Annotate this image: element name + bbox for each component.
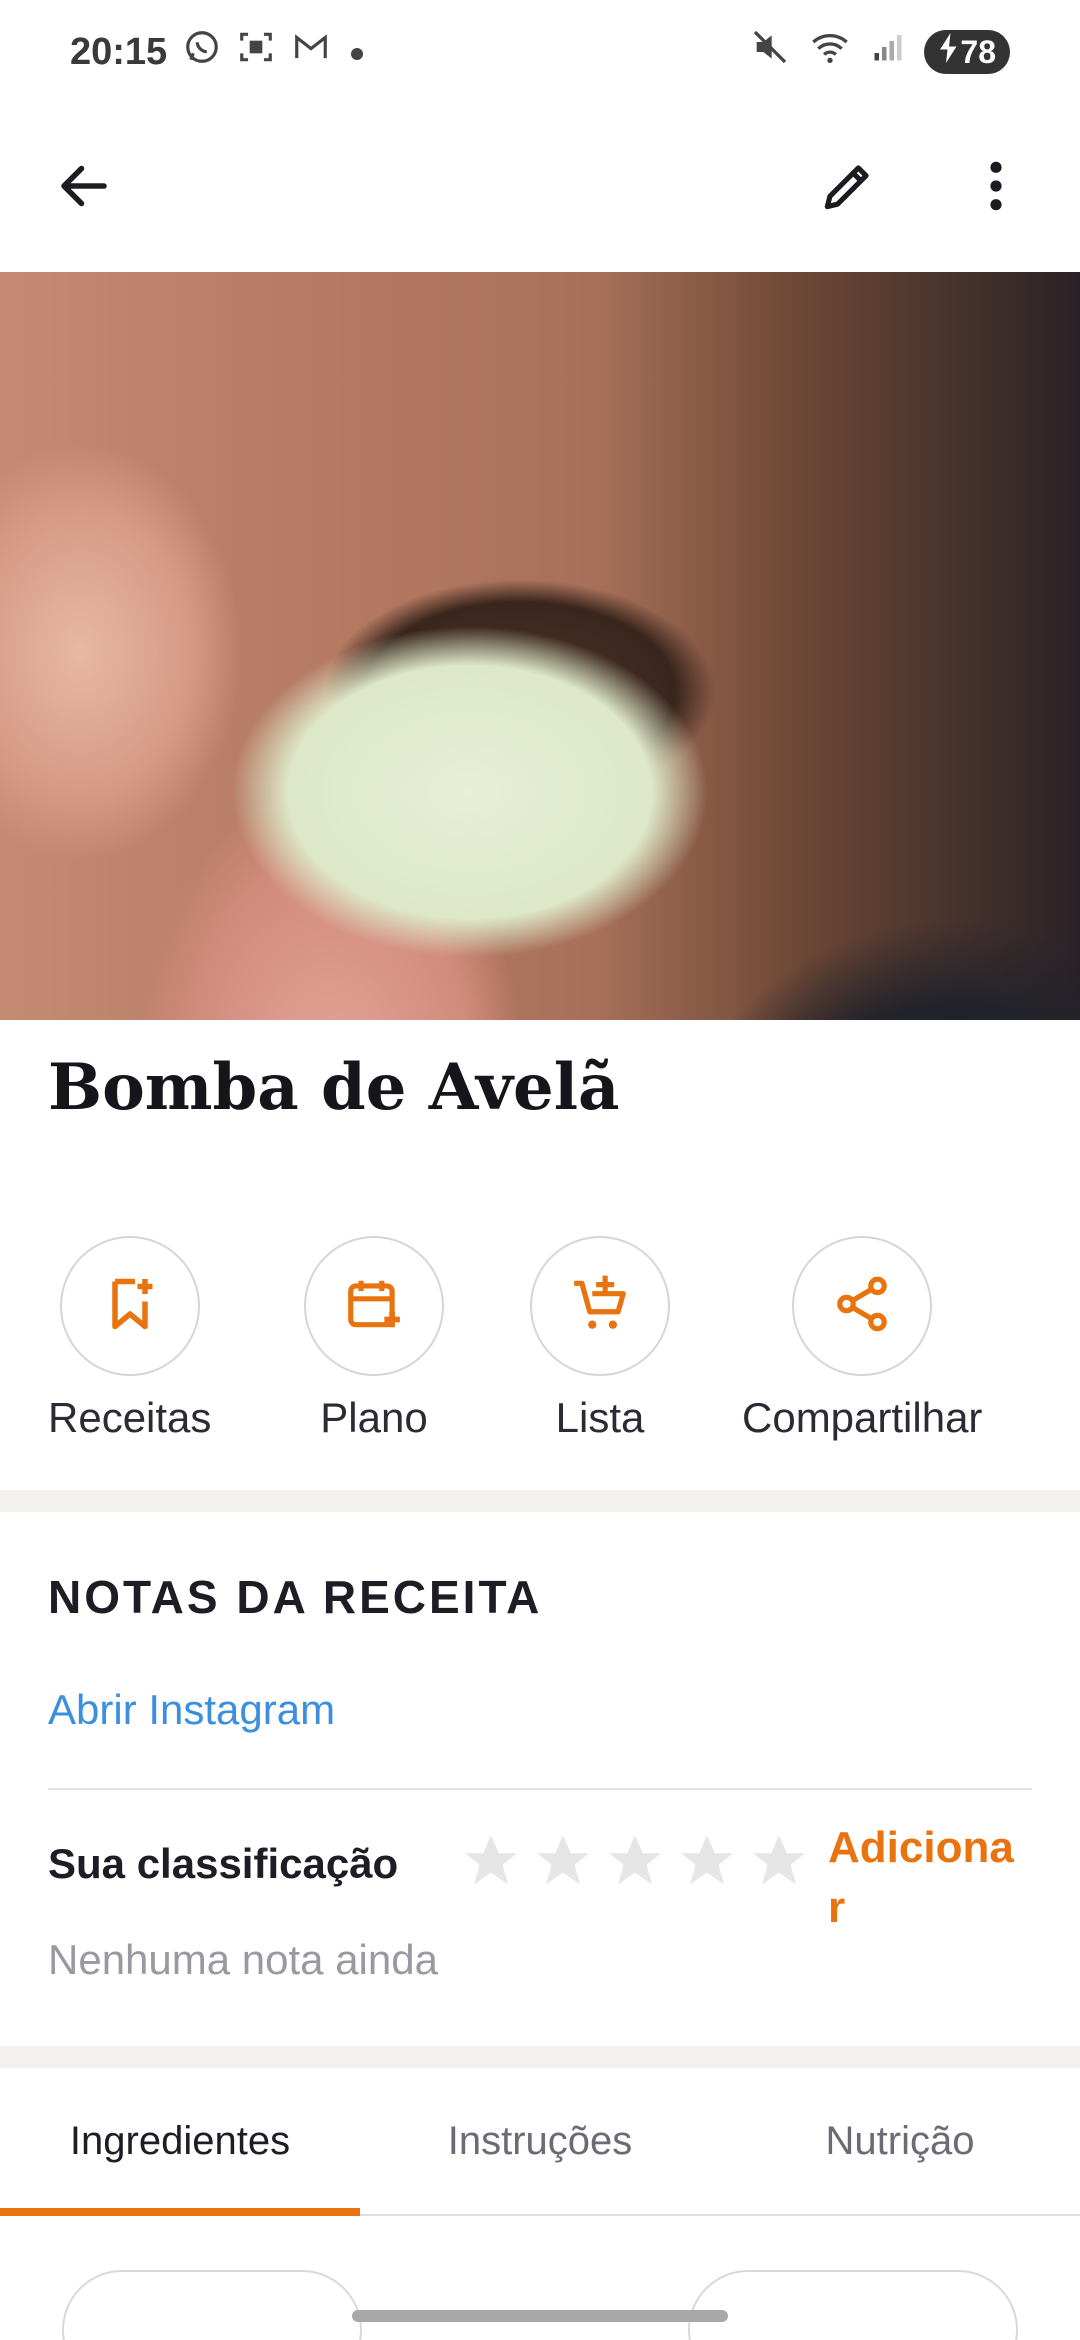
star-icon[interactable] <box>532 1830 594 1897</box>
status-right: 78 <box>750 27 1010 77</box>
save-recipe-action[interactable]: Receitas <box>48 1236 211 1442</box>
star-icon[interactable] <box>676 1830 738 1897</box>
app-bar-actions <box>804 144 1040 232</box>
screenshot-icon <box>237 28 275 76</box>
plan-button[interactable] <box>304 1236 444 1376</box>
shopping-list-action[interactable]: Lista <box>530 1236 670 1442</box>
mute-icon <box>750 27 790 77</box>
edit-button[interactable] <box>804 144 892 232</box>
app-bar <box>0 104 1080 272</box>
tab-instrucoes[interactable]: Instruções <box>360 2068 720 2214</box>
share-icon <box>831 1273 893 1340</box>
share-action[interactable]: Compartilhar <box>742 1236 982 1442</box>
action-label-receitas: Receitas <box>48 1394 212 1441</box>
ingredient-chip[interactable] <box>62 2270 362 2340</box>
whatsapp-icon <box>183 28 221 76</box>
recipe-notes-heading: NOTAS DA RECEITA <box>48 1571 543 1623</box>
status-bar: 20:15 78 <box>0 0 1080 104</box>
rating-label: Sua classificação <box>48 1840 399 1887</box>
shopping-list-button[interactable] <box>530 1236 670 1376</box>
status-time: 20:15 <box>70 30 168 73</box>
rating-stars[interactable] <box>460 1830 810 1897</box>
status-left: 20:15 <box>70 28 367 76</box>
edit-pencil-icon <box>817 155 879 222</box>
notes-divider <box>48 1788 1032 1790</box>
star-icon[interactable] <box>460 1830 522 1897</box>
calendar-add-icon <box>343 1273 405 1340</box>
gmail-icon <box>291 28 331 76</box>
signal-icon <box>870 27 906 77</box>
share-button[interactable] <box>792 1236 933 1376</box>
ingredient-chip[interactable] <box>688 2270 1018 2340</box>
back-arrow-icon <box>54 156 114 221</box>
section-divider <box>0 2046 1080 2068</box>
tab-ingredientes[interactable]: Ingredientes <box>0 2068 360 2214</box>
add-rating-button[interactable]: Adicionar <box>828 1818 1028 1938</box>
dot-icon <box>347 31 367 74</box>
recipe-hero-image <box>0 272 1080 1020</box>
recipe-title: Bomba de Avelã <box>48 1050 620 1125</box>
active-tab-indicator <box>0 2208 360 2216</box>
more-options-button[interactable] <box>952 144 1040 232</box>
open-instagram-link[interactable]: Abrir Instagram <box>48 1686 335 1734</box>
action-label-plano: Plano <box>320 1394 428 1441</box>
tab-nutricao[interactable]: Nutrição <box>720 2068 1080 2214</box>
charging-icon <box>938 33 960 71</box>
bookmark-add-icon <box>100 1274 160 1339</box>
recipe-actions: Receitas Plano Lista Compartilhar <box>0 1236 1080 1466</box>
home-indicator[interactable] <box>352 2310 728 2322</box>
wifi-icon <box>808 27 852 77</box>
battery-indicator: 78 <box>924 30 1010 74</box>
action-label-compartilhar: Compartilhar <box>742 1394 983 1441</box>
star-icon[interactable] <box>748 1830 810 1897</box>
no-rating-text: Nenhuma nota ainda <box>48 1936 438 1983</box>
section-divider <box>0 1490 1080 1512</box>
star-icon[interactable] <box>604 1830 666 1897</box>
back-button[interactable] <box>40 144 128 232</box>
ingredient-chips-peek <box>0 2270 1080 2340</box>
action-label-lista: Lista <box>555 1394 645 1441</box>
battery-level: 78 <box>960 33 996 70</box>
recipe-tabs: Ingredientes Instruções Nutrição <box>0 2068 1080 2216</box>
more-vert-icon <box>986 158 1006 219</box>
plan-action[interactable]: Plano <box>304 1236 444 1442</box>
save-recipe-button[interactable] <box>59 1236 200 1376</box>
cart-add-icon <box>569 1273 631 1340</box>
